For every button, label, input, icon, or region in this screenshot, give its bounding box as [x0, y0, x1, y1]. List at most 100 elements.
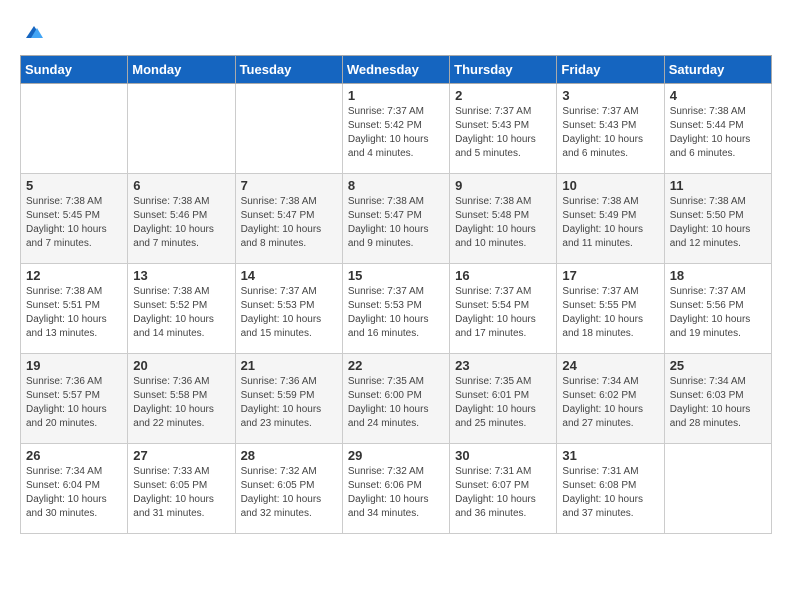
day-info: Sunrise: 7:38 AMSunset: 5:50 PMDaylight:…: [670, 195, 766, 251]
day-number: 7: [241, 178, 337, 193]
day-number: 16: [455, 268, 551, 283]
calendar-week-5: 26 Sunrise: 7:34 AMSunset: 6:04 PMDayligh…: [21, 443, 772, 533]
calendar-cell-1-2: [128, 83, 235, 173]
day-number: 26: [26, 448, 122, 463]
header-monday: Monday: [128, 55, 235, 83]
day-number: 4: [670, 88, 766, 103]
day-number: 29: [348, 448, 444, 463]
calendar-cell-2-2: 6 Sunrise: 7:38 AMSunset: 5:46 PMDaylight…: [128, 173, 235, 263]
calendar-week-3: 12 Sunrise: 7:38 AMSunset: 5:51 PMDayligh…: [21, 263, 772, 353]
day-info: Sunrise: 7:37 AMSunset: 5:53 PMDaylight:…: [348, 285, 444, 341]
day-number: 2: [455, 88, 551, 103]
calendar-cell-1-7: 4 Sunrise: 7:38 AMSunset: 5:44 PMDaylight…: [664, 83, 771, 173]
day-number: 12: [26, 268, 122, 283]
header-wednesday: Wednesday: [342, 55, 449, 83]
day-info: Sunrise: 7:38 AMSunset: 5:52 PMDaylight:…: [133, 285, 229, 341]
calendar-week-2: 5 Sunrise: 7:38 AMSunset: 5:45 PMDaylight…: [21, 173, 772, 263]
day-info: Sunrise: 7:37 AMSunset: 5:56 PMDaylight:…: [670, 285, 766, 341]
calendar-cell-4-4: 22 Sunrise: 7:35 AMSunset: 6:00 PMDayligh…: [342, 353, 449, 443]
day-number: 8: [348, 178, 444, 193]
calendar-cell-5-5: 30 Sunrise: 7:31 AMSunset: 6:07 PMDayligh…: [450, 443, 557, 533]
day-number: 5: [26, 178, 122, 193]
calendar-cell-2-3: 7Sunrise: 7:38 AMSunset: 5:47 PMDaylight…: [235, 173, 342, 263]
day-info: Sunrise: 7:31 AMSunset: 6:08 PMDaylight:…: [562, 465, 658, 521]
calendar-cell-2-5: 9Sunrise: 7:38 AMSunset: 5:48 PMDaylight…: [450, 173, 557, 263]
calendar-week-4: 19 Sunrise: 7:36 AMSunset: 5:57 PMDayligh…: [21, 353, 772, 443]
day-info: Sunrise: 7:38 AMSunset: 5:46 PMDaylight:…: [133, 195, 229, 251]
calendar-cell-1-6: 3 Sunrise: 7:37 AMSunset: 5:43 PMDaylight…: [557, 83, 664, 173]
calendar-cell-3-7: 18 Sunrise: 7:37 AMSunset: 5:56 PMDayligh…: [664, 263, 771, 353]
calendar-cell-4-2: 20Sunrise: 7:36 AMSunset: 5:58 PMDayligh…: [128, 353, 235, 443]
page-header: [20, 20, 772, 45]
calendar-cell-2-1: 5 Sunrise: 7:38 AMSunset: 5:45 PMDaylight…: [21, 173, 128, 263]
day-info: Sunrise: 7:32 AMSunset: 6:06 PMDaylight:…: [348, 465, 444, 521]
day-number: 22: [348, 358, 444, 373]
day-info: Sunrise: 7:37 AMSunset: 5:53 PMDaylight:…: [241, 285, 337, 341]
calendar-cell-1-1: [21, 83, 128, 173]
day-info: Sunrise: 7:34 AMSunset: 6:04 PMDaylight:…: [26, 465, 122, 521]
day-info: Sunrise: 7:36 AMSunset: 5:59 PMDaylight:…: [241, 375, 337, 431]
calendar-header: Sunday Monday Tuesday Wednesday Thursday…: [21, 55, 772, 83]
day-info: Sunrise: 7:36 AMSunset: 5:58 PMDaylight:…: [133, 375, 229, 431]
calendar-cell-3-5: 16 Sunrise: 7:37 AMSunset: 5:54 PMDayligh…: [450, 263, 557, 353]
calendar-cell-3-1: 12 Sunrise: 7:38 AMSunset: 5:51 PMDayligh…: [21, 263, 128, 353]
calendar-cell-5-4: 29 Sunrise: 7:32 AMSunset: 6:06 PMDayligh…: [342, 443, 449, 533]
calendar-cell-1-5: 2 Sunrise: 7:37 AMSunset: 5:43 PMDaylight…: [450, 83, 557, 173]
day-info: Sunrise: 7:34 AMSunset: 6:03 PMDaylight:…: [670, 375, 766, 431]
day-number: 28: [241, 448, 337, 463]
day-info: Sunrise: 7:37 AMSunset: 5:54 PMDaylight:…: [455, 285, 551, 341]
day-info: Sunrise: 7:35 AMSunset: 6:01 PMDaylight:…: [455, 375, 551, 431]
calendar-cell-4-1: 19 Sunrise: 7:36 AMSunset: 5:57 PMDayligh…: [21, 353, 128, 443]
calendar-cell-2-4: 8 Sunrise: 7:38 AMSunset: 5:47 PMDaylight…: [342, 173, 449, 263]
day-number: 3: [562, 88, 658, 103]
day-info: Sunrise: 7:37 AMSunset: 5:43 PMDaylight:…: [562, 105, 658, 161]
calendar-table: Sunday Monday Tuesday Wednesday Thursday…: [20, 55, 772, 534]
day-info: Sunrise: 7:38 AMSunset: 5:45 PMDaylight:…: [26, 195, 122, 251]
day-number: 10: [562, 178, 658, 193]
day-number: 11: [670, 178, 766, 193]
calendar-cell-3-3: 14 Sunrise: 7:37 AMSunset: 5:53 PMDayligh…: [235, 263, 342, 353]
day-number: 27: [133, 448, 229, 463]
day-number: 25: [670, 358, 766, 373]
calendar-cell-5-3: 28Sunrise: 7:32 AMSunset: 6:05 PMDayligh…: [235, 443, 342, 533]
header-tuesday: Tuesday: [235, 55, 342, 83]
day-info: Sunrise: 7:38 AMSunset: 5:51 PMDaylight:…: [26, 285, 122, 341]
calendar-cell-4-3: 21 Sunrise: 7:36 AMSunset: 5:59 PMDayligh…: [235, 353, 342, 443]
day-number: 19: [26, 358, 122, 373]
day-info: Sunrise: 7:37 AMSunset: 5:55 PMDaylight:…: [562, 285, 658, 341]
header-thursday: Thursday: [450, 55, 557, 83]
day-number: 30: [455, 448, 551, 463]
day-info: Sunrise: 7:31 AMSunset: 6:07 PMDaylight:…: [455, 465, 551, 521]
calendar-cell-3-6: 17 Sunrise: 7:37 AMSunset: 5:55 PMDayligh…: [557, 263, 664, 353]
calendar-cell-4-6: 24Sunrise: 7:34 AMSunset: 6:02 PMDayligh…: [557, 353, 664, 443]
calendar-cell-1-3: [235, 83, 342, 173]
header-friday: Friday: [557, 55, 664, 83]
day-info: Sunrise: 7:37 AMSunset: 5:43 PMDaylight:…: [455, 105, 551, 161]
calendar-cell-1-4: 1Sunrise: 7:37 AMSunset: 5:42 PMDaylight…: [342, 83, 449, 173]
calendar-cell-3-4: 15 Sunrise: 7:37 AMSunset: 5:53 PMDayligh…: [342, 263, 449, 353]
day-info: Sunrise: 7:38 AMSunset: 5:47 PMDaylight:…: [348, 195, 444, 251]
day-number: 14: [241, 268, 337, 283]
calendar-cell-5-2: 27Sunrise: 7:33 AMSunset: 6:05 PMDayligh…: [128, 443, 235, 533]
header-saturday: Saturday: [664, 55, 771, 83]
day-info: Sunrise: 7:35 AMSunset: 6:00 PMDaylight:…: [348, 375, 444, 431]
day-info: Sunrise: 7:37 AMSunset: 5:42 PMDaylight:…: [348, 105, 444, 161]
calendar-cell-5-1: 26 Sunrise: 7:34 AMSunset: 6:04 PMDayligh…: [21, 443, 128, 533]
calendar-body: 1Sunrise: 7:37 AMSunset: 5:42 PMDaylight…: [21, 83, 772, 533]
logo: [20, 20, 46, 45]
day-number: 21: [241, 358, 337, 373]
day-number: 24: [562, 358, 658, 373]
day-info: Sunrise: 7:38 AMSunset: 5:44 PMDaylight:…: [670, 105, 766, 161]
day-number: 13: [133, 268, 229, 283]
day-number: 15: [348, 268, 444, 283]
calendar-cell-4-7: 25 Sunrise: 7:34 AMSunset: 6:03 PMDayligh…: [664, 353, 771, 443]
day-number: 17: [562, 268, 658, 283]
calendar-cell-5-6: 31Sunrise: 7:31 AMSunset: 6:08 PMDayligh…: [557, 443, 664, 533]
day-number: 18: [670, 268, 766, 283]
calendar-cell-2-7: 11 Sunrise: 7:38 AMSunset: 5:50 PMDayligh…: [664, 173, 771, 263]
calendar-cell-5-7: [664, 443, 771, 533]
day-number: 6: [133, 178, 229, 193]
logo-icon: [22, 20, 46, 44]
day-info: Sunrise: 7:38 AMSunset: 5:48 PMDaylight:…: [455, 195, 551, 251]
day-info: Sunrise: 7:36 AMSunset: 5:57 PMDaylight:…: [26, 375, 122, 431]
